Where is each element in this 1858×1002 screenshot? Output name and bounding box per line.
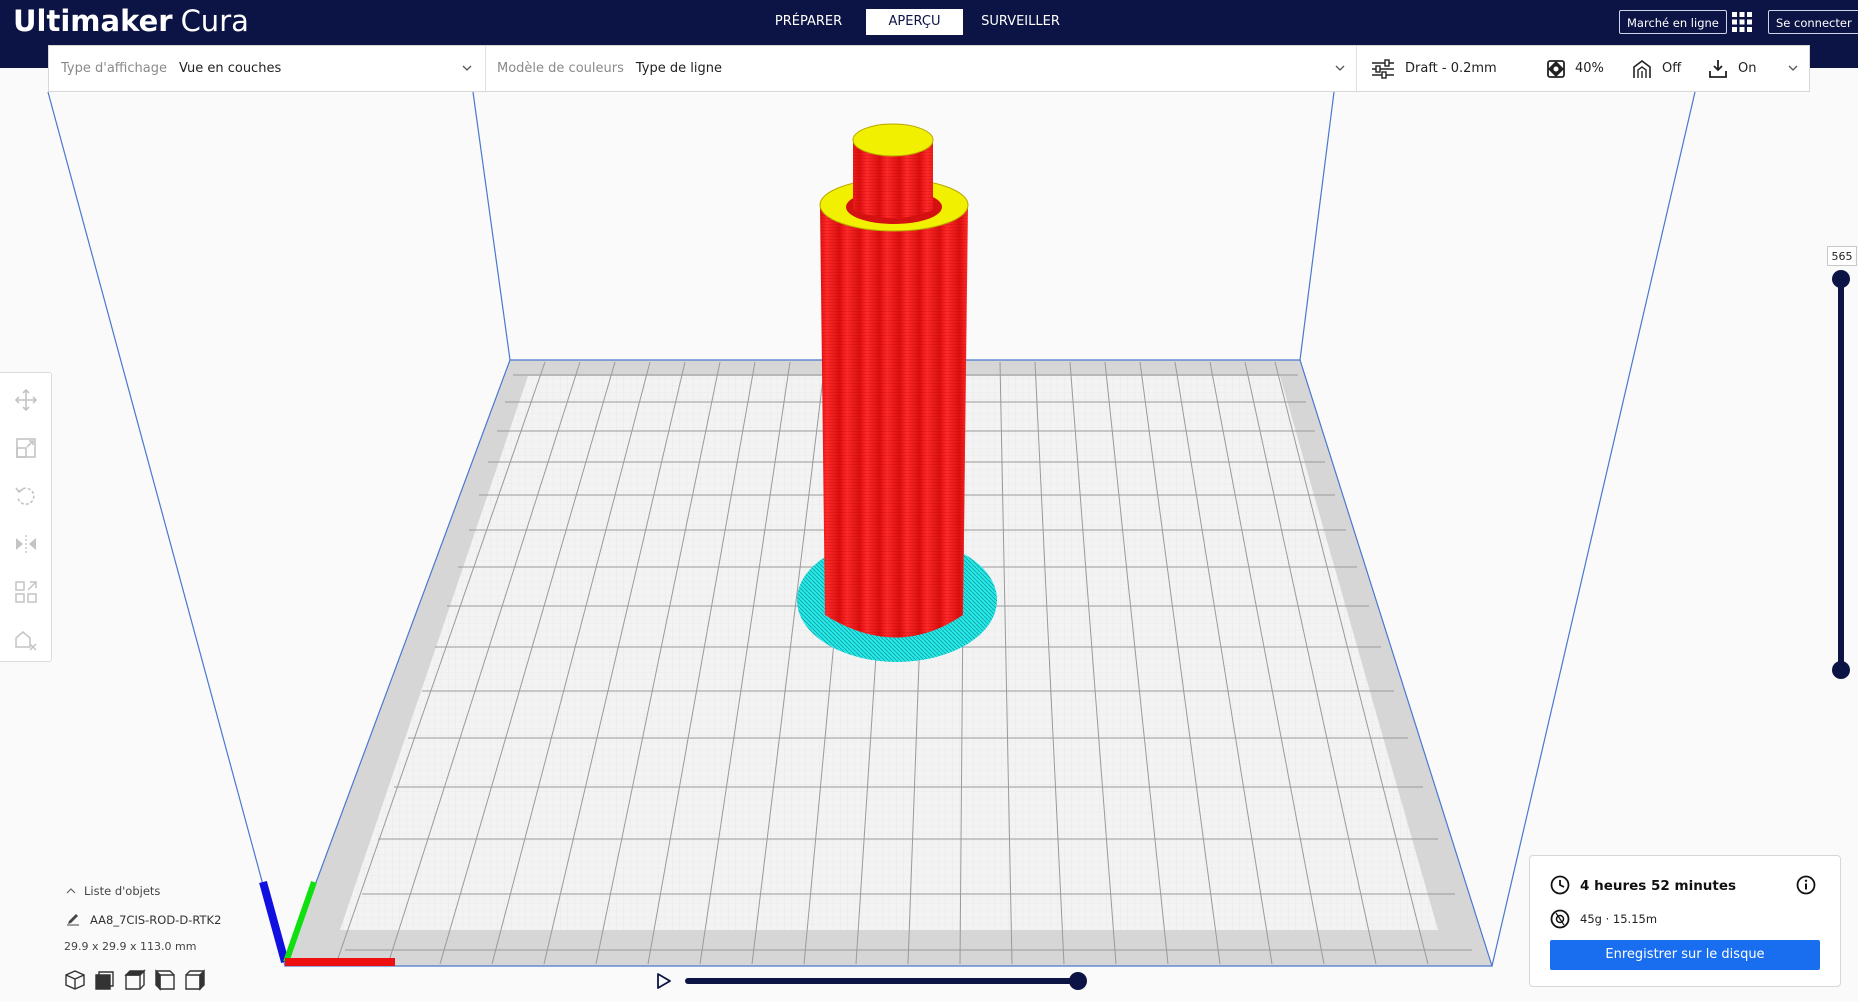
profile-value: Draft - 0.2mm — [1405, 61, 1497, 76]
infill-setting[interactable]: 40% — [1547, 46, 1604, 91]
adhesion-value: On — [1738, 61, 1757, 76]
filament-spool-icon — [1550, 909, 1570, 929]
view-type-value: Vue en couches — [178, 61, 282, 76]
tab-preview[interactable]: APERÇU — [866, 9, 963, 35]
left-view-icon[interactable] — [154, 969, 176, 991]
print-info-panel: 4 heures 52 minutes 45g · 15.15m Enregis… — [1529, 855, 1841, 987]
clock-icon — [1550, 875, 1570, 895]
save-to-disk-button[interactable]: Enregistrer sur le disque — [1550, 940, 1820, 970]
sign-in-button[interactable]: Se connecter — [1768, 10, 1858, 34]
stage-tabs: PRÉPARER APERÇU SURVEILLER — [760, 9, 1078, 35]
print-time: 4 heures 52 minutes — [1580, 878, 1737, 894]
rotate-icon[interactable] — [13, 483, 39, 509]
chevron-down-icon[interactable] — [1787, 62, 1799, 74]
simulation-slider-handle[interactable] — [1069, 972, 1087, 990]
layer-slider-upper-handle[interactable] — [1832, 270, 1850, 288]
current-layer-input[interactable]: 565 — [1827, 246, 1857, 266]
scale-icon[interactable] — [13, 435, 39, 461]
simulation-slider-track[interactable] — [685, 978, 1078, 984]
color-scheme-selector[interactable]: Modèle de couleurs Type de ligne — [497, 46, 722, 91]
support-icon — [1633, 59, 1651, 78]
front-view-icon[interactable] — [94, 969, 116, 991]
marketplace-button[interactable]: Marché en ligne — [1619, 10, 1727, 34]
sliders-icon — [1372, 58, 1394, 79]
toolbar-divider — [1356, 46, 1357, 91]
list-item[interactable]: AA8_7CIS-ROD-D-RTK2 — [66, 912, 221, 927]
support-blocker-icon[interactable] — [13, 627, 39, 653]
chevron-down-icon[interactable] — [461, 62, 473, 74]
infill-icon — [1547, 59, 1565, 78]
play-icon[interactable] — [655, 971, 673, 991]
material-usage: 45g · 15.15m — [1580, 912, 1658, 926]
color-scheme-value: Type de ligne — [635, 61, 722, 76]
view-type-selector[interactable]: Type d'affichage Vue en couches — [61, 46, 281, 91]
infill-value: 40% — [1575, 61, 1604, 76]
object-list-toggle[interactable]: Liste d'objets — [66, 884, 160, 898]
adhesion-setting[interactable]: On — [1708, 46, 1756, 91]
chevron-up-icon — [66, 888, 76, 894]
layer-slider-lower-handle[interactable] — [1832, 661, 1850, 679]
color-scheme-label: Modèle de couleurs — [497, 61, 624, 76]
move-icon[interactable] — [13, 387, 39, 413]
layer-slider-track[interactable] — [1838, 282, 1844, 670]
3d-view-icon[interactable] — [64, 969, 86, 991]
mirror-icon[interactable] — [13, 531, 39, 557]
app-logo: Ultimaker Cura — [13, 4, 249, 38]
toolbar-divider — [485, 46, 486, 91]
logo-brand: Ultimaker — [13, 4, 173, 38]
info-icon[interactable] — [1796, 875, 1816, 895]
object-dimensions: 29.9 x 29.9 x 113.0 mm — [64, 940, 197, 953]
rod-lower-section — [820, 205, 968, 638]
object-list-label: Liste d'objets — [84, 884, 161, 898]
chevron-down-icon[interactable] — [1334, 62, 1346, 74]
view-type-label: Type d'affichage — [61, 61, 167, 76]
right-view-icon[interactable] — [184, 969, 206, 991]
tab-prepare[interactable]: PRÉPARER — [760, 9, 857, 35]
support-setting[interactable]: Off — [1632, 46, 1681, 91]
tab-monitor[interactable]: SURVEILLER — [972, 9, 1069, 35]
per-model-settings-icon[interactable] — [13, 579, 39, 605]
tip-top-surface — [852, 123, 934, 157]
support-value: Off — [1662, 61, 1682, 76]
top-view-icon[interactable] — [124, 969, 146, 991]
apps-grid-icon[interactable] — [1731, 11, 1753, 33]
object-name: AA8_7CIS-ROD-D-RTK2 — [90, 913, 222, 927]
view-toolbar: Type d'affichage Vue en couches Modèle d… — [48, 45, 1810, 92]
logo-product: Cura — [180, 4, 249, 38]
print-settings-panel[interactable]: Draft - 0.2mm — [1371, 46, 1497, 91]
adhesion-icon — [1709, 59, 1727, 78]
tool-panel — [0, 372, 52, 662]
pencil-icon — [67, 914, 79, 926]
